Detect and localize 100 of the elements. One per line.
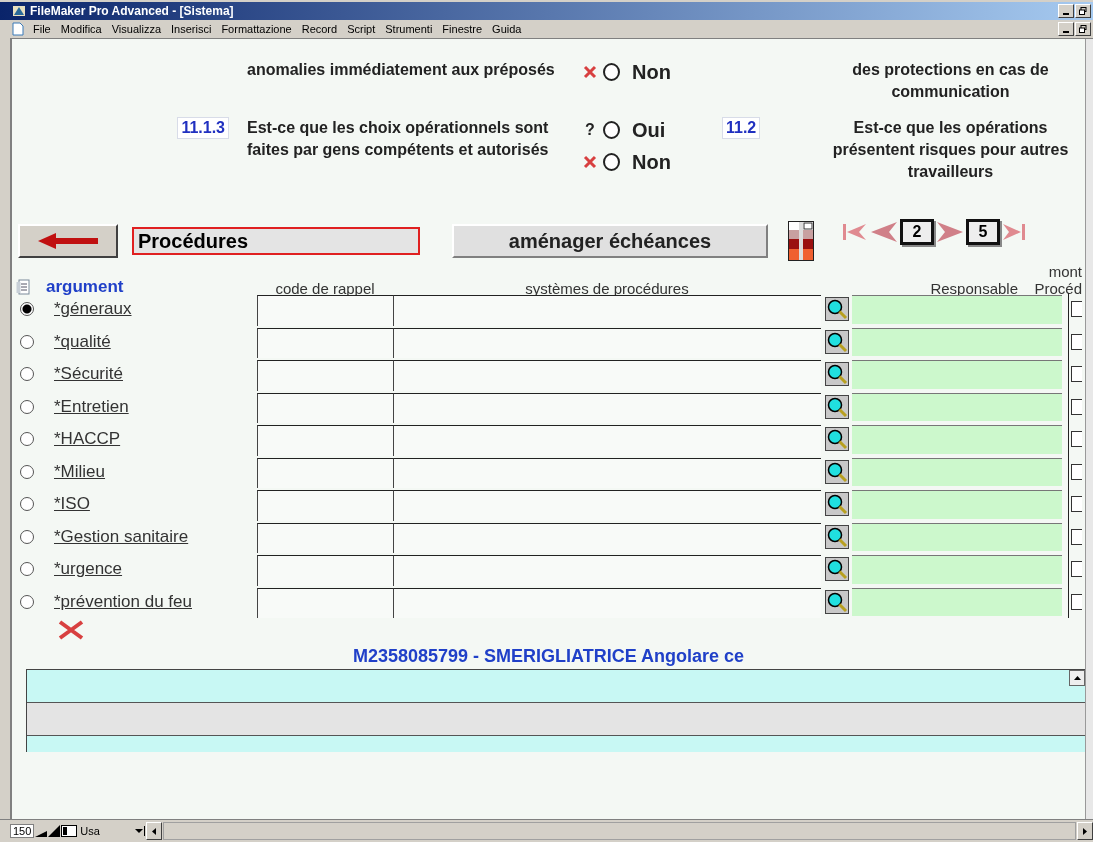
scroll-right-button[interactable] — [1077, 822, 1093, 840]
caret-icon[interactable] — [133, 826, 146, 836]
code-field[interactable] — [257, 522, 393, 553]
code-field[interactable] — [257, 457, 393, 488]
code-field[interactable] — [257, 392, 393, 423]
radio-button[interactable] — [20, 497, 34, 512]
radio-button[interactable] — [603, 121, 620, 139]
radio-button[interactable] — [20, 334, 34, 349]
binder-icon[interactable] — [788, 221, 814, 261]
restore-button[interactable] — [1075, 22, 1091, 36]
layout-icon[interactable] — [61, 825, 78, 837]
topic-link[interactable]: *qualité — [44, 331, 111, 352]
checkbox[interactable] — [1071, 561, 1082, 578]
checkbox[interactable] — [1071, 528, 1082, 545]
radio-button[interactable] — [20, 562, 34, 577]
checkbox[interactable] — [1071, 593, 1082, 610]
code-field[interactable] — [257, 295, 393, 326]
menu-item[interactable]: Guida — [487, 23, 527, 35]
search-icon[interactable] — [824, 557, 849, 582]
topic-link[interactable]: *Milieu — [44, 461, 106, 482]
schedule-button[interactable]: aménager échéances — [452, 224, 768, 258]
topic-link[interactable]: *ISO — [44, 494, 90, 515]
checkbox[interactable] — [1071, 398, 1082, 415]
menu-item[interactable]: Formattazione — [216, 23, 297, 35]
topic-link[interactable]: *Sécurité — [44, 364, 123, 385]
responsible-field[interactable] — [852, 327, 1062, 356]
responsible-field[interactable] — [852, 425, 1062, 454]
mode-dropdown[interactable]: Usa — [78, 825, 133, 837]
menu-item[interactable]: Finestre — [437, 23, 488, 35]
procedure-field[interactable] — [393, 555, 821, 586]
responsible-field[interactable] — [852, 490, 1062, 519]
checkbox[interactable] — [1071, 463, 1082, 480]
code-field[interactable] — [257, 555, 393, 586]
responsible-field[interactable] — [852, 392, 1062, 421]
topic-link[interactable]: *HACCP — [44, 429, 121, 450]
menu-item[interactable]: Visualizza — [106, 23, 167, 35]
horizontal-scrollbar[interactable] — [163, 822, 1076, 840]
code-field[interactable] — [257, 360, 393, 391]
topic-link[interactable]: *Gestion sanitaire — [44, 526, 189, 547]
radio-button[interactable] — [20, 529, 34, 544]
radio-button[interactable] — [20, 399, 34, 414]
radio-button[interactable] — [603, 153, 620, 171]
search-icon[interactable] — [824, 297, 849, 322]
procedure-field[interactable] — [393, 425, 821, 456]
search-icon[interactable] — [824, 459, 849, 484]
checkbox[interactable] — [1071, 431, 1082, 448]
procedure-field[interactable] — [393, 457, 821, 488]
search-icon[interactable] — [824, 362, 849, 387]
topic-link[interactable]: *géneraux — [44, 299, 132, 320]
radio-button[interactable] — [20, 302, 34, 317]
section-field[interactable]: Procédures — [132, 227, 420, 255]
portal-row[interactable] — [27, 670, 1085, 703]
menu-item[interactable]: Modifica — [55, 23, 107, 35]
search-icon[interactable] — [824, 492, 849, 517]
minimize-button[interactable] — [1058, 22, 1074, 36]
responsible-field[interactable] — [852, 457, 1062, 486]
search-icon[interactable] — [824, 394, 849, 419]
code-field[interactable] — [257, 425, 393, 456]
responsible-field[interactable] — [852, 360, 1062, 389]
scroll-up-button[interactable] — [1069, 670, 1085, 686]
code-field[interactable] — [257, 587, 393, 618]
scroll-left-button[interactable] — [146, 822, 163, 840]
search-icon[interactable] — [824, 427, 849, 452]
procedure-field[interactable] — [393, 522, 821, 553]
topic-link[interactable]: *urgence — [44, 559, 123, 580]
procedure-field[interactable] — [393, 490, 821, 521]
restore-button[interactable] — [1075, 4, 1091, 18]
cross-icon[interactable] — [58, 620, 84, 640]
radio-button[interactable] — [20, 367, 34, 382]
radio-button[interactable] — [603, 63, 620, 81]
checkbox[interactable] — [1071, 301, 1082, 318]
record-number[interactable]: 2 — [900, 219, 934, 245]
search-icon[interactable] — [824, 589, 849, 614]
checkbox[interactable] — [1071, 496, 1082, 513]
menu-item[interactable]: Record — [296, 23, 343, 35]
procedure-field[interactable] — [393, 587, 821, 618]
back-button[interactable] — [18, 224, 118, 258]
radio-button[interactable] — [20, 594, 34, 609]
menu-item[interactable]: Strumenti — [380, 23, 438, 35]
topic-link[interactable]: *prévention du feu — [44, 591, 192, 612]
radio-button[interactable] — [20, 432, 34, 447]
menu-item[interactable]: Script — [342, 23, 381, 35]
minimize-button[interactable] — [1058, 4, 1074, 18]
previous-record-icon[interactable] — [870, 221, 898, 243]
procedure-field[interactable] — [393, 360, 821, 391]
responsible-field[interactable] — [852, 295, 1062, 324]
radio-button[interactable] — [20, 464, 34, 479]
zoom-level[interactable]: 150 — [10, 824, 35, 838]
menu-item[interactable]: Inserisci — [166, 23, 217, 35]
search-icon[interactable] — [824, 329, 849, 354]
responsible-field[interactable] — [852, 522, 1062, 551]
procedure-field[interactable] — [393, 295, 821, 326]
code-field[interactable] — [257, 327, 393, 358]
checkbox[interactable] — [1071, 333, 1082, 350]
next-record-icon[interactable] — [936, 221, 964, 243]
procedure-field[interactable] — [393, 327, 821, 358]
portal-row[interactable] — [27, 703, 1085, 736]
responsible-field[interactable] — [852, 587, 1062, 616]
responsible-field[interactable] — [852, 555, 1062, 584]
topic-link[interactable]: *Entretien — [44, 396, 129, 417]
